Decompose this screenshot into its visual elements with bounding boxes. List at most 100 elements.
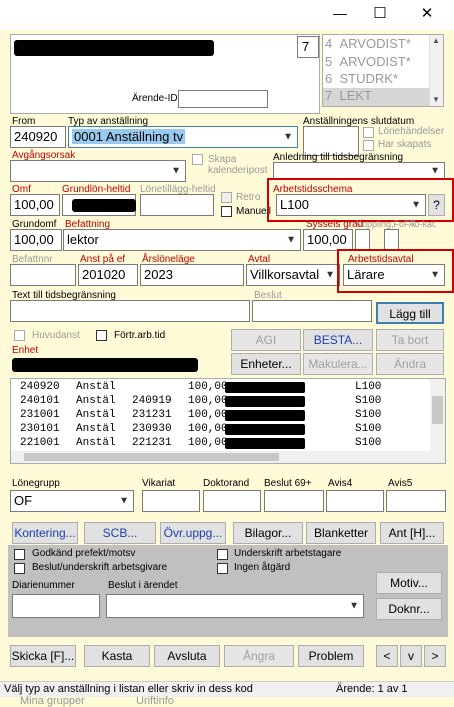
- vikariat-input[interactable]: [142, 490, 200, 512]
- koppling-input[interactable]: [355, 229, 370, 251]
- ta-bort-button[interactable]: Ta bort: [376, 329, 444, 351]
- angra-button[interactable]: Ångra: [224, 645, 294, 667]
- next-button[interactable]: >: [424, 645, 446, 667]
- history-cell-kod: S100: [355, 423, 382, 435]
- status-arende: Ärende: 1 av 1: [336, 683, 408, 695]
- agi-button[interactable]: AGI: [231, 329, 301, 351]
- avgangsorsak-select[interactable]: ▼: [10, 160, 186, 182]
- scb-button[interactable]: SCB...: [84, 522, 156, 544]
- kasta-button[interactable]: Kasta: [84, 645, 150, 667]
- beslut69-label: Beslut 69+: [264, 478, 312, 489]
- skicka-button[interactable]: Skicka [F]...: [10, 645, 76, 667]
- ovr-uppg-button[interactable]: Övr.uppg...: [160, 522, 226, 544]
- prev-button[interactable]: <: [376, 645, 398, 667]
- avtal-select[interactable]: Villkorsavtal ▼: [246, 264, 340, 286]
- role-item[interactable]: 6 STUDRK*: [325, 71, 429, 88]
- maximize-button[interactable]: ☐: [365, 4, 395, 22]
- manuell-label: Manuell: [236, 206, 272, 217]
- ant-button[interactable]: Ant [H]...: [380, 522, 444, 544]
- role-item[interactable]: 4 ARVODIST*: [325, 36, 429, 53]
- makulera-button[interactable]: Makulera...: [303, 353, 373, 375]
- kalenderipost-label: kalenderipost: [208, 165, 268, 176]
- beslut-arende-select[interactable]: ▼: [106, 594, 364, 618]
- person-number-field: 7: [297, 36, 319, 58]
- avis5-input[interactable]: [386, 490, 446, 512]
- redacted-person-name: [14, 40, 214, 56]
- syssels-input[interactable]: 100,00: [303, 229, 353, 251]
- anstpaef-input[interactable]: 201020: [78, 264, 138, 286]
- redacted-enhet: [12, 358, 198, 372]
- lonegrupp-label: Lönegrupp: [12, 478, 60, 489]
- typ-select[interactable]: 0001 Anställning tv ▼: [68, 126, 298, 148]
- scroll-up-icon[interactable]: ▲: [432, 36, 440, 45]
- beslut-under-checkbox[interactable]: [14, 563, 25, 574]
- bilagor-button[interactable]: Bilagor...: [233, 522, 303, 544]
- lonehandelser-checkbox[interactable]: [363, 127, 374, 138]
- text-input[interactable]: [10, 300, 250, 322]
- history-row[interactable]: 230101 Anstäl 230930 100,00 S100: [20, 423, 428, 437]
- skapa-label: Skapa: [208, 154, 237, 165]
- arslon-select[interactable]: 2023: [140, 264, 244, 286]
- godkand-checkbox[interactable]: [14, 549, 25, 560]
- har-skapats-label: Har skapats: [378, 139, 432, 150]
- doktorand-input[interactable]: [203, 490, 261, 512]
- highlight-schema: [267, 178, 454, 222]
- retro-checkbox[interactable]: [221, 192, 232, 203]
- lonetillagg-input[interactable]: [140, 194, 214, 216]
- befattnnr-input[interactable]: [10, 264, 76, 286]
- diarie-input[interactable]: [12, 594, 100, 618]
- fortr-checkbox[interactable]: [96, 330, 107, 341]
- menu-button[interactable]: v: [400, 645, 422, 667]
- arende-id-field[interactable]: [178, 90, 268, 108]
- history-cell-tom: 240919: [132, 395, 172, 407]
- besta-button[interactable]: BESTA...: [303, 329, 373, 351]
- redacted-salary: [72, 199, 136, 212]
- problem-button[interactable]: Problem: [298, 645, 364, 667]
- retro-label: Retro: [236, 192, 261, 203]
- doktorand-label: Doktorand: [203, 478, 250, 489]
- lonehandelser-label: Lönehändelser: [378, 126, 445, 137]
- role-item[interactable]: 5 ARVODIST*: [325, 54, 429, 71]
- minimize-button[interactable]: —: [325, 5, 355, 21]
- huvudanst-checkbox[interactable]: [14, 330, 25, 341]
- motiv-button[interactable]: Motiv...: [376, 572, 442, 594]
- blanketter-button[interactable]: Blanketter: [306, 522, 376, 544]
- avsluta-button[interactable]: Avsluta: [154, 645, 220, 667]
- omf-input[interactable]: 100,00: [10, 194, 60, 216]
- ingen-checkbox[interactable]: [217, 563, 228, 574]
- from-input[interactable]: 240920: [10, 126, 66, 148]
- beslut69-input[interactable]: [264, 490, 324, 512]
- andra-button[interactable]: Ändra: [376, 353, 444, 375]
- huvudanst-label: Huvudanst: [32, 330, 80, 341]
- avis4-input[interactable]: [326, 490, 384, 512]
- role-item-selected[interactable]: 7 LEKT: [323, 88, 429, 106]
- history-cell-tom: 221231: [132, 437, 172, 449]
- doknr-button[interactable]: Doknr...: [376, 598, 442, 620]
- redacted-history-value: [225, 424, 305, 435]
- history-cell-typ: Anstäl: [76, 437, 116, 449]
- befattning-select[interactable]: lektor ▼: [63, 229, 301, 251]
- lonegrupp-select[interactable]: OF ▼: [10, 490, 134, 512]
- history-row[interactable]: 231001 Anstäl 231231 100,00 S100: [20, 409, 428, 423]
- highlight-arbetstidsavtal: [337, 249, 454, 293]
- underskrift-checkbox[interactable]: [217, 549, 228, 560]
- kat-input[interactable]: [384, 229, 399, 251]
- history-cell-kod: S100: [355, 409, 382, 421]
- history-hscroll-thumb[interactable]: [24, 453, 279, 461]
- manuell-checkbox[interactable]: [221, 206, 232, 217]
- kontering-button[interactable]: Kontering...: [12, 522, 78, 544]
- har-skapats-checkbox[interactable]: [363, 140, 374, 151]
- close-button[interactable]: ✕: [412, 4, 442, 22]
- enheter-button[interactable]: Enheter...: [231, 353, 301, 375]
- history-row[interactable]: 240920 Anstäl 100,00 L100: [20, 381, 428, 395]
- skapa-checkbox[interactable]: [192, 154, 203, 165]
- beslut-input[interactable]: [252, 300, 372, 322]
- history-row[interactable]: 240101 Anstäl 240919 100,00 S100: [20, 395, 428, 409]
- history-row[interactable]: 221001 Anstäl 221231 100,00 S100: [20, 437, 428, 451]
- scroll-down-icon[interactable]: ▼: [432, 95, 440, 104]
- lagg-till-button[interactable]: Lägg till: [376, 302, 444, 324]
- grundomf-input[interactable]: 100,00: [10, 229, 62, 251]
- history-cell-from: 240920: [20, 381, 60, 393]
- history-scroll-thumb[interactable]: [432, 396, 443, 424]
- ingen-label: Ingen åtgärd: [234, 562, 291, 573]
